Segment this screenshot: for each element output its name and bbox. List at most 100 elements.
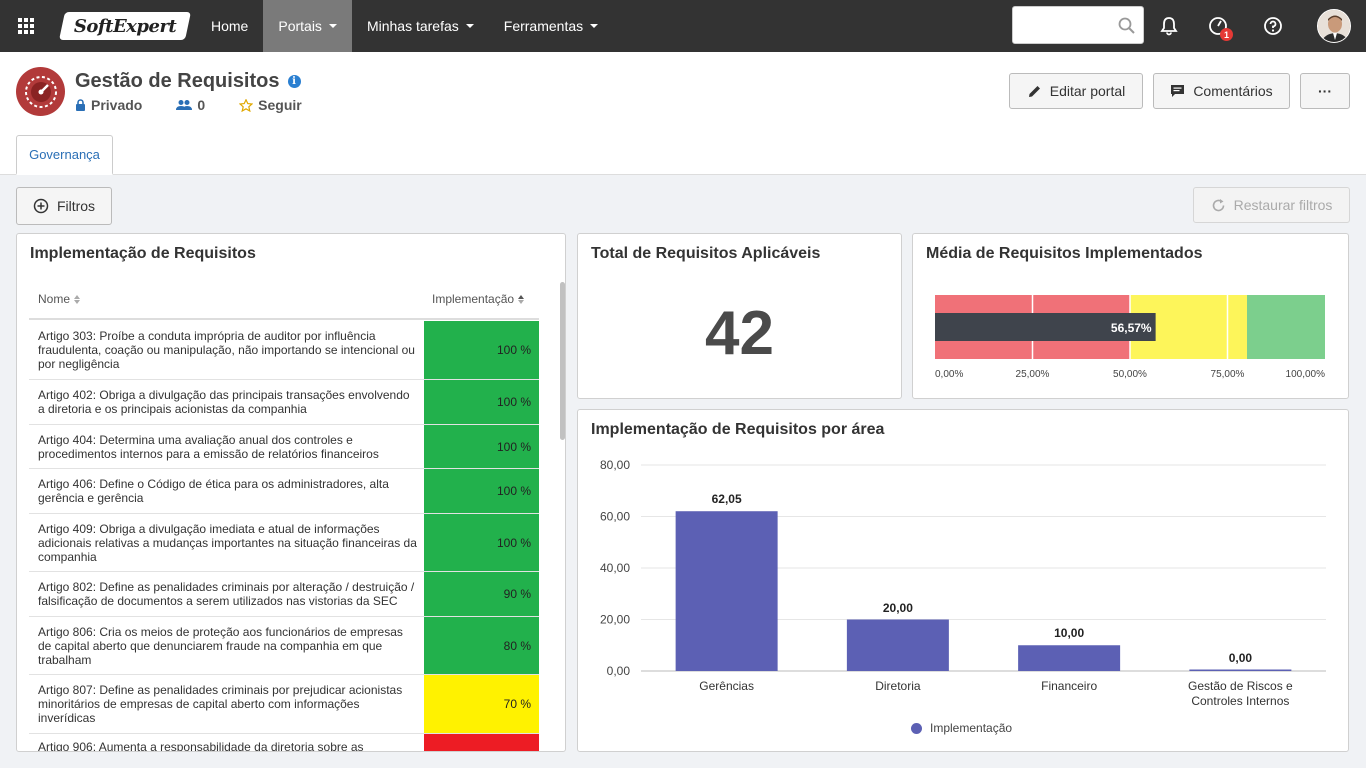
requirement-name: Artigo 806: Cria os meios de proteção ao… (38, 624, 403, 667)
tab-governanca[interactable]: Governança (16, 135, 113, 175)
chevron-down-icon (465, 24, 474, 28)
nav-portais[interactable]: Portais (263, 0, 352, 52)
nav-minhas-tarefas[interactable]: Minhas tarefas (352, 0, 489, 52)
portal-header: Gestão de Requisitos i Privado 0 Seguir … (0, 52, 1366, 175)
notification-badge: 1 (1220, 28, 1233, 41)
column-header-implementation[interactable]: Implementação (432, 292, 525, 306)
bar-value-label: 62,05 (711, 492, 742, 507)
panel-title: Implementação de Requisitos (30, 245, 256, 262)
table-row[interactable]: Artigo 806: Cria os meios de proteção ao… (29, 617, 539, 675)
portal-logo-icon (16, 67, 65, 116)
search-icon[interactable] (1118, 17, 1135, 39)
nav-ferramentas[interactable]: Ferramentas (489, 0, 613, 52)
nav-home[interactable]: Home (196, 0, 263, 52)
requirement-name: Artigo 807: Define as penalidades crimin… (38, 683, 403, 725)
bar-2[interactable] (1018, 645, 1121, 671)
gauge-band-2 (1247, 295, 1325, 359)
table-row[interactable]: Artigo 303: Proíbe a conduta imprópria d… (29, 321, 539, 380)
main-nav: Home Portais Minhas tarefas Ferramentas (196, 0, 613, 52)
filters-button[interactable]: Filtros (16, 187, 112, 225)
requirement-name: Artigo 906: Aumenta a responsabilidade d… (38, 740, 364, 751)
table-row[interactable]: Artigo 807: Define as penalidades crimin… (29, 675, 539, 734)
legend-label: Implementação (930, 721, 1013, 735)
implementation-value: 80 % (424, 617, 539, 674)
lock-icon (76, 99, 85, 111)
y-tick-label: 20,00 (600, 613, 630, 627)
restore-filters-button[interactable]: Restaurar filtros (1193, 187, 1350, 223)
gauge-value-label: 56,57% (1111, 321, 1152, 335)
chevron-down-icon (590, 24, 599, 28)
apps-grid-icon[interactable] (0, 0, 52, 52)
implementation-value: 100 % (424, 380, 539, 424)
table-row[interactable]: Artigo 402: Obriga a divulgação das prin… (29, 380, 539, 425)
requirement-name: Artigo 404: Determina uma avaliação anua… (38, 432, 379, 461)
table-row[interactable]: Artigo 406: Define o Código de ética par… (29, 469, 539, 514)
total-value: 42 (705, 299, 774, 368)
y-tick-label: 40,00 (600, 561, 630, 575)
implementation-value (424, 734, 539, 751)
bullet-gauge: 56,57% 0,00% 25,00% 50,00% 75,00% 100,00% (935, 295, 1325, 380)
search-input[interactable] (1012, 6, 1144, 44)
panel-title: Total de Requisitos Aplicáveis (591, 245, 821, 262)
requirements-by-area-panel: Implementação de Requisitos por área 80,… (577, 409, 1349, 752)
members-count[interactable]: 0 (176, 97, 205, 113)
x-category-label: Gestão de Riscos e Controles Internos (1188, 679, 1293, 708)
plus-circle-icon (33, 198, 49, 214)
portal-title-text: Gestão de Requisitos (75, 70, 280, 92)
bar-value-label: 10,00 (1054, 626, 1085, 641)
gauge-icon[interactable]: 1 (1205, 13, 1233, 41)
requirements-table-panel: Implementação de Requisitos Nome Impleme… (16, 233, 566, 752)
gauge-tick-label: 25,00% (1016, 369, 1050, 380)
gauge-tick-label: 75,00% (1211, 369, 1245, 380)
follow-button[interactable]: Seguir (239, 97, 302, 113)
requirement-name: Artigo 409: Obriga a divulgação imediata… (38, 521, 417, 564)
implementation-value: 100 % (424, 321, 539, 379)
bar-0[interactable] (675, 511, 778, 671)
table-row[interactable]: Artigo 409: Obriga a divulgação imediata… (29, 514, 539, 572)
top-navigation-bar: SoftExpert Home Portais Minhas tarefas F… (0, 0, 1366, 52)
requirement-name: Artigo 402: Obriga a divulgação das prin… (38, 388, 410, 416)
chart-legend[interactable]: Implementação (911, 721, 1012, 735)
portal-meta: Privado 0 Seguir (75, 97, 336, 113)
column-header-name[interactable]: Nome (38, 292, 81, 306)
implementation-value: 100 % (424, 425, 539, 468)
privacy-indicator[interactable]: Privado (75, 97, 142, 113)
requirement-name: Artigo 303: Proíbe a conduta imprópria d… (38, 329, 415, 371)
gauge-tick-label: 0,00% (935, 369, 963, 380)
avatar[interactable] (1317, 9, 1351, 43)
bell-icon[interactable] (1156, 13, 1182, 39)
total-requirements-panel: Total de Requisitos Aplicáveis 42 (577, 233, 902, 399)
comment-icon (1171, 85, 1185, 97)
bar-3[interactable] (1189, 669, 1292, 672)
sort-icon (74, 294, 81, 304)
info-icon[interactable]: i (287, 75, 301, 88)
comments-button[interactable]: Comentários (1153, 73, 1290, 109)
bar-value-label: 0,00 (1228, 650, 1253, 665)
bar-1[interactable] (846, 619, 949, 672)
implementation-value: 100 % (424, 514, 539, 571)
implementation-value: 100 % (424, 469, 539, 513)
help-icon[interactable] (1260, 13, 1286, 39)
legend-marker (911, 722, 922, 734)
bar-value-label: 20,00 (882, 600, 913, 615)
scrollbar[interactable] (560, 282, 565, 440)
more-options-button[interactable]: ··· (1300, 73, 1350, 109)
table-row[interactable]: Artigo 906: Aumenta a responsabilidade d… (29, 734, 539, 751)
edit-portal-button[interactable]: Editar portal (1009, 73, 1143, 109)
y-tick-label: 0,00 (607, 664, 631, 678)
softexpert-logo[interactable]: SoftExpert (59, 12, 191, 40)
implementation-value: 70 % (424, 675, 539, 733)
requirement-name: Artigo 802: Define as penalidades crimin… (38, 580, 415, 608)
x-category-label: Diretoria (875, 679, 921, 693)
x-category-label: Gerências (699, 679, 754, 693)
page-title: Gestão de Requisitos i (75, 70, 301, 93)
table-row[interactable]: Artigo 404: Determina uma avaliação anua… (29, 425, 539, 469)
refresh-icon (1212, 198, 1224, 211)
table-row[interactable]: Artigo 802: Define as penalidades crimin… (29, 572, 539, 617)
y-tick-label: 60,00 (600, 510, 630, 524)
sort-icon (518, 294, 525, 304)
implementation-value: 90 % (424, 572, 539, 616)
y-tick-label: 80,00 (600, 458, 630, 472)
requirement-name: Artigo 406: Define o Código de ética par… (38, 477, 389, 505)
x-category-label: Financeiro (1041, 679, 1098, 693)
